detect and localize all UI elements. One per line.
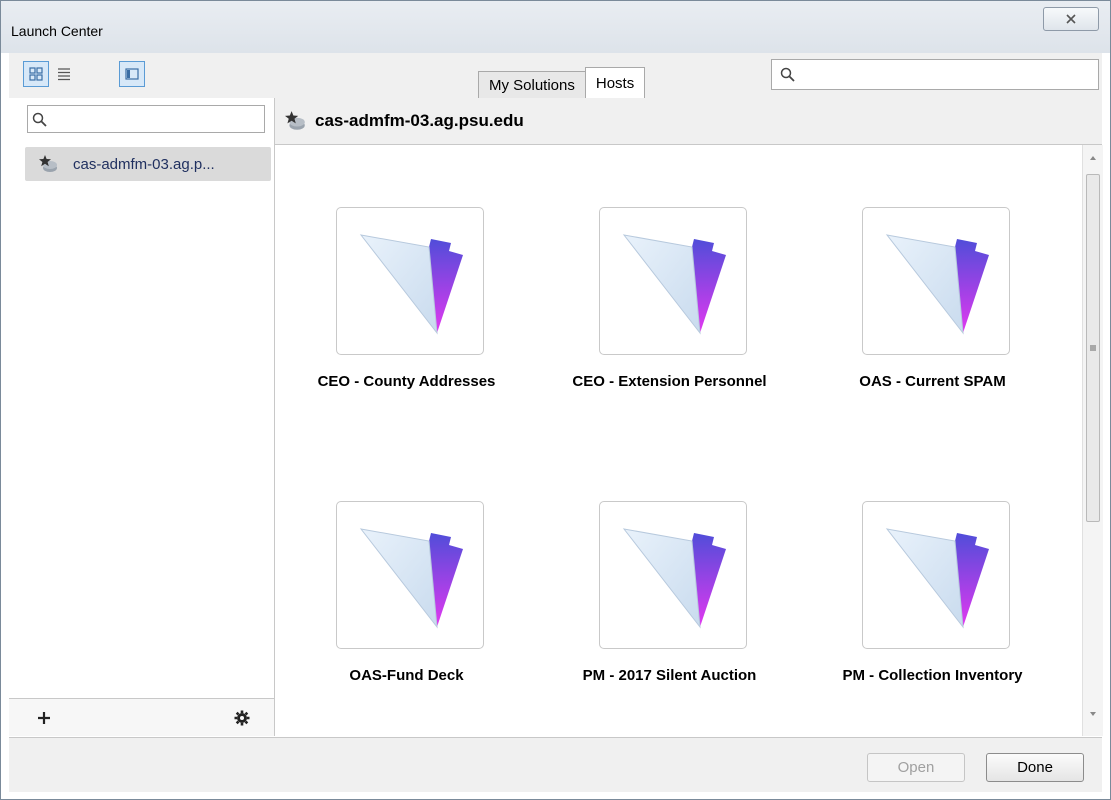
file-name: CEO - Extension Personnel: [572, 373, 767, 390]
plus-icon: [38, 712, 50, 724]
file-icon-box: [336, 207, 484, 355]
tab-my-solutions[interactable]: My Solutions: [478, 71, 586, 98]
scroll-thumb[interactable]: [1086, 174, 1100, 522]
file-tile[interactable]: PM - 2017 Silent Auction: [538, 487, 801, 727]
hosts-sidebar: cas-admfm-03.ag.p...: [9, 98, 275, 736]
file-name: CEO - County Addresses: [317, 373, 496, 390]
search-icon: [780, 67, 795, 82]
gear-icon: [234, 710, 250, 726]
vertical-scrollbar[interactable]: [1082, 145, 1103, 736]
host-label: cas-admfm-03.ag.p...: [73, 155, 215, 173]
done-button[interactable]: Done: [986, 753, 1084, 782]
host-search-input[interactable]: [51, 110, 264, 128]
file-tile[interactable]: OAS-Fund Deck: [275, 487, 538, 727]
settings-button[interactable]: [233, 709, 251, 727]
add-host-button[interactable]: [35, 709, 53, 727]
sidebar-toggle-button[interactable]: [119, 61, 145, 87]
filemaker-folder-icon: [885, 234, 989, 335]
dialog-footer: Open Done: [9, 737, 1102, 792]
filemaker-folder-icon: [622, 234, 726, 335]
grid-view-button[interactable]: [23, 61, 49, 87]
grip-icon: [1090, 345, 1096, 351]
open-button[interactable]: Open: [867, 753, 965, 782]
tab-bar: My Solutions Hosts: [478, 67, 646, 98]
filemaker-folder-icon: [622, 528, 726, 629]
file-name: PM - Collection Inventory: [842, 667, 1023, 684]
files-grid: CEO - County Addresses CEO - Extension P…: [275, 145, 1083, 735]
file-icon-box: [336, 501, 484, 649]
sidebar-footer: [9, 698, 274, 736]
scroll-up-arrow-icon[interactable]: [1083, 151, 1103, 165]
file-tile[interactable]: PM - Collection Inventory: [801, 487, 1064, 727]
file-tile[interactable]: CEO - County Addresses: [275, 193, 538, 433]
filemaker-folder-icon: [885, 528, 989, 629]
favorite-host-icon: [39, 155, 57, 172]
search-icon: [32, 112, 47, 127]
file-icon-box: [599, 207, 747, 355]
file-name: PM - 2017 Silent Auction: [582, 667, 757, 684]
file-search-input[interactable]: [801, 65, 1098, 84]
launch-center-window: Launch Center My Solutions Hosts cas-adm…: [0, 0, 1111, 800]
file-name: OAS - Current SPAM: [859, 373, 1006, 390]
close-button[interactable]: [1043, 7, 1099, 31]
close-icon: [1066, 14, 1076, 24]
sidebar-item-host[interactable]: cas-admfm-03.ag.p...: [25, 147, 271, 181]
file-icon-box: [862, 501, 1010, 649]
file-name: OAS-Fund Deck: [349, 667, 464, 684]
file-tile[interactable]: OAS - Current SPAM: [801, 193, 1064, 433]
list-view-button[interactable]: [51, 61, 77, 87]
file-icon-box: [862, 207, 1010, 355]
host-title: cas-admfm-03.ag.psu.edu: [315, 111, 524, 130]
scroll-down-arrow-icon[interactable]: [1083, 707, 1103, 721]
host-search-box[interactable]: [27, 105, 265, 133]
tab-hosts[interactable]: Hosts: [584, 67, 646, 98]
file-icon-box: [599, 501, 747, 649]
grid-view-icon: [29, 67, 43, 81]
main-panel: cas-admfm-03.ag.psu.edu CEO - County Add…: [275, 98, 1103, 736]
title-bar[interactable]: Launch Center: [1, 1, 1110, 53]
main-header: cas-admfm-03.ag.psu.edu: [275, 98, 1102, 145]
file-search-box[interactable]: [771, 59, 1099, 90]
window-title: Launch Center: [11, 23, 103, 39]
favorite-host-icon: [285, 111, 305, 130]
filemaker-folder-icon: [359, 234, 463, 335]
list-view-icon: [58, 68, 70, 81]
toolbar: My Solutions Hosts: [9, 53, 1102, 99]
filemaker-folder-icon: [359, 528, 463, 629]
file-tile[interactable]: CEO - Extension Personnel: [538, 193, 801, 433]
sidebar-toggle-icon: [125, 68, 139, 80]
